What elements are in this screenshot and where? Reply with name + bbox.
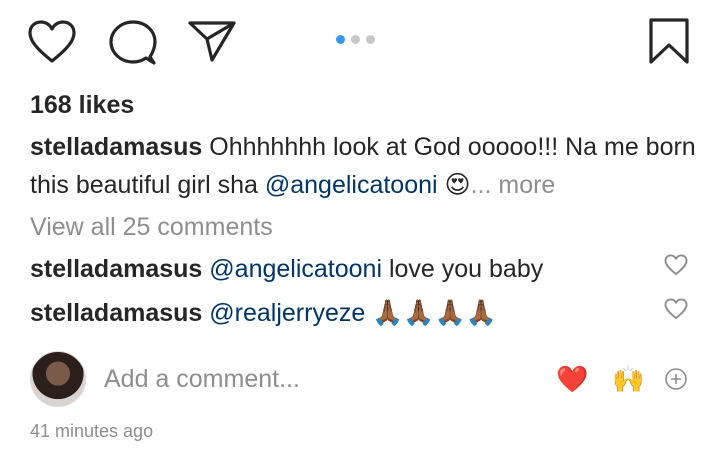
carousel-indicator (336, 35, 375, 44)
more-link[interactable]: ... more (471, 171, 556, 199)
carousel-dot (366, 35, 375, 44)
paper-plane-icon[interactable] (187, 19, 237, 63)
quick-reaction-heart[interactable]: ❤️ (556, 364, 588, 394)
heart-outline-icon[interactable] (27, 19, 77, 65)
comment-emoji: 🙏🏾🙏🏾🙏🏾🙏🏾 (372, 299, 497, 327)
avatar (30, 351, 86, 407)
comment-row: stelladamasus @angelicatooni love you ba… (30, 252, 543, 286)
post-timestamp: 41 minutes ago (30, 421, 154, 441)
add-comment-input[interactable] (104, 362, 524, 396)
carousel-dot (336, 35, 345, 44)
plus-circle-icon[interactable] (664, 367, 688, 396)
comment-row: stelladamasus @realjerryeze 🙏🏾🙏🏾🙏🏾🙏🏾 (30, 296, 497, 330)
caption-mention[interactable]: @angelicatooni (265, 171, 438, 199)
carousel-dot (351, 35, 360, 44)
speech-bubble-icon[interactable] (108, 19, 158, 67)
post-caption: stelladamasus Ohhhhhhh look at God ooooo… (30, 128, 700, 204)
comment-mention[interactable]: @realjerryeze (209, 299, 365, 327)
caption-username[interactable]: stelladamasus (30, 133, 202, 161)
comment-like-heart-icon[interactable] (664, 298, 688, 325)
quick-reaction-raised-hands[interactable]: 🙌 (612, 364, 644, 394)
likes-count[interactable]: 168 likes (30, 88, 134, 122)
comment-mention[interactable]: @angelicatooni (209, 255, 382, 283)
post-action-bar (0, 0, 720, 82)
comment-text: love you baby (382, 255, 544, 283)
comment-username[interactable]: stelladamasus (30, 255, 202, 283)
view-all-comments-link[interactable]: View all 25 comments (30, 210, 273, 244)
bookmark-icon[interactable] (648, 17, 690, 65)
caption-emoji: 😍 (444, 171, 471, 199)
comment-like-heart-icon[interactable] (664, 254, 688, 281)
comment-username[interactable]: stelladamasus (30, 299, 202, 327)
